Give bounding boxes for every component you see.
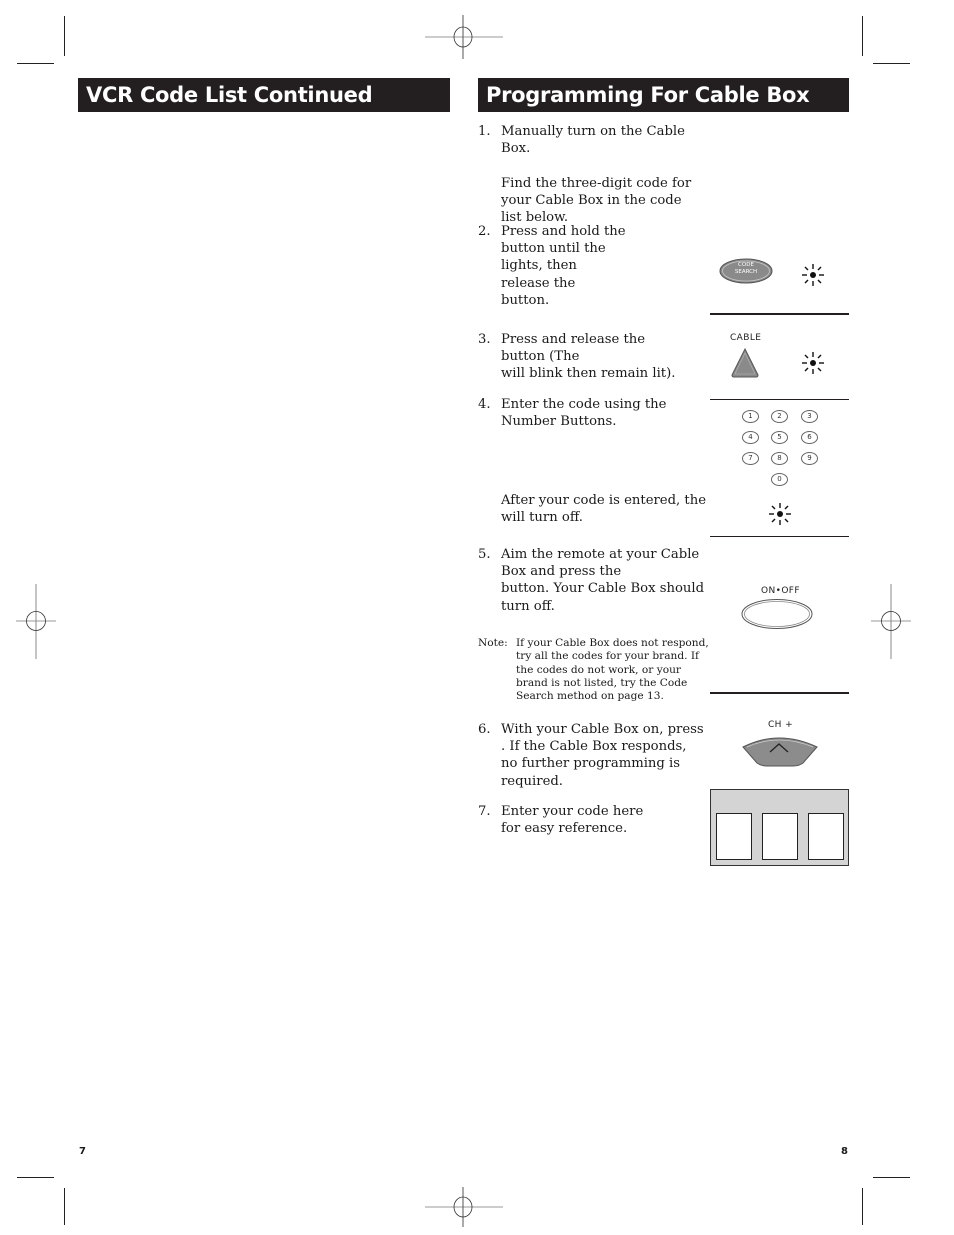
registration-mark-right	[871, 584, 911, 659]
step-7: 7. Enter your code here for easy referen…	[478, 803, 713, 837]
keypad-key: 7	[742, 452, 759, 465]
step-text: Press and release the button (The will b…	[501, 332, 676, 382]
divider	[710, 399, 849, 400]
indicator-light-icon	[802, 264, 824, 286]
divider	[710, 313, 849, 315]
step-3: 3. Press and release the button (The wil…	[478, 331, 713, 383]
code-search-label: CODE SEARCH	[734, 262, 758, 275]
note-label: Note:	[478, 637, 508, 649]
code-digit-box-3[interactable]	[808, 813, 844, 860]
crop-mark	[862, 16, 863, 56]
left-page-title: VCR Code List Continued	[78, 78, 450, 112]
keypad-key: 5	[771, 431, 788, 444]
keypad-key: 9	[801, 452, 818, 465]
step-4-continued: After your code is entered, the will tur…	[478, 492, 713, 526]
divider	[710, 536, 849, 537]
step-number: 3.	[478, 332, 491, 347]
divider	[710, 692, 849, 694]
registration-mark-top	[425, 15, 503, 59]
cable-button-label: CABLE	[730, 333, 762, 343]
crop-mark	[873, 63, 910, 64]
registration-mark-left	[16, 584, 56, 659]
step-text: Enter your code here for easy reference.	[501, 804, 644, 837]
keypad-key: 1	[742, 410, 759, 423]
crop-mark	[873, 1177, 910, 1178]
step-text: With your Cable Box on, press . If the C…	[501, 722, 704, 789]
step-text: After your code is entered, the will tur…	[501, 493, 707, 526]
indicator-light-icon	[769, 503, 791, 525]
step-number: 6.	[478, 722, 491, 737]
crop-mark	[64, 16, 65, 56]
step-6: 6. With your Cable Box on, press . If th…	[478, 721, 713, 790]
keypad-key: 4	[742, 431, 759, 444]
code-entry-box	[710, 789, 849, 866]
crop-mark	[64, 1188, 65, 1225]
keypad-key: 0	[771, 473, 788, 486]
step-2: 2. Press and hold the button until the l…	[478, 223, 713, 309]
step-number: 1.	[478, 124, 491, 139]
on-off-button-label: ON•OFF	[761, 586, 800, 596]
keypad-key: 2	[771, 410, 788, 423]
step-number: 4.	[478, 397, 491, 412]
left-page-number: 7	[79, 1146, 86, 1157]
step-text: Enter the code using the Number Buttons.	[501, 397, 667, 430]
indicator-light-icon	[802, 352, 824, 374]
crop-mark	[862, 1188, 863, 1225]
code-digit-box-2[interactable]	[762, 813, 798, 860]
keypad-key: 3	[801, 410, 818, 423]
step-1: 1. Manually turn on the Cable Box. Find …	[478, 123, 713, 226]
on-off-button-icon	[741, 599, 813, 629]
step-text: Aim the remote at your Cable Box and pre…	[501, 547, 705, 614]
note-text: If your Cable Box does not respond, try …	[516, 637, 709, 703]
step-5: 5. Aim the remote at your Cable Box and …	[478, 546, 713, 615]
right-page-title: Programming For Cable Box	[478, 78, 849, 112]
step-number: 7.	[478, 804, 491, 819]
keypad-key: 8	[771, 452, 788, 465]
keypad-key: 6	[801, 431, 818, 444]
ch-plus-button-label: CH +	[768, 720, 794, 730]
registration-mark-bottom	[425, 1187, 503, 1227]
step-text: Press and hold the button until the ligh…	[501, 224, 626, 308]
note: Note: If your Cable Box does not respond…	[478, 637, 710, 703]
right-page-number: 8	[841, 1146, 848, 1157]
step-number: 5.	[478, 547, 491, 562]
ch-plus-button-icon	[742, 737, 818, 767]
code-digit-box-1[interactable]	[716, 813, 752, 860]
step-number: 2.	[478, 224, 491, 239]
cable-button-icon	[731, 347, 759, 378]
step-text: Manually turn on the Cable Box. Find the…	[501, 124, 692, 226]
crop-mark	[17, 63, 54, 64]
crop-mark	[17, 1177, 54, 1178]
step-4: 4. Enter the code using the Number Butto…	[478, 396, 713, 430]
